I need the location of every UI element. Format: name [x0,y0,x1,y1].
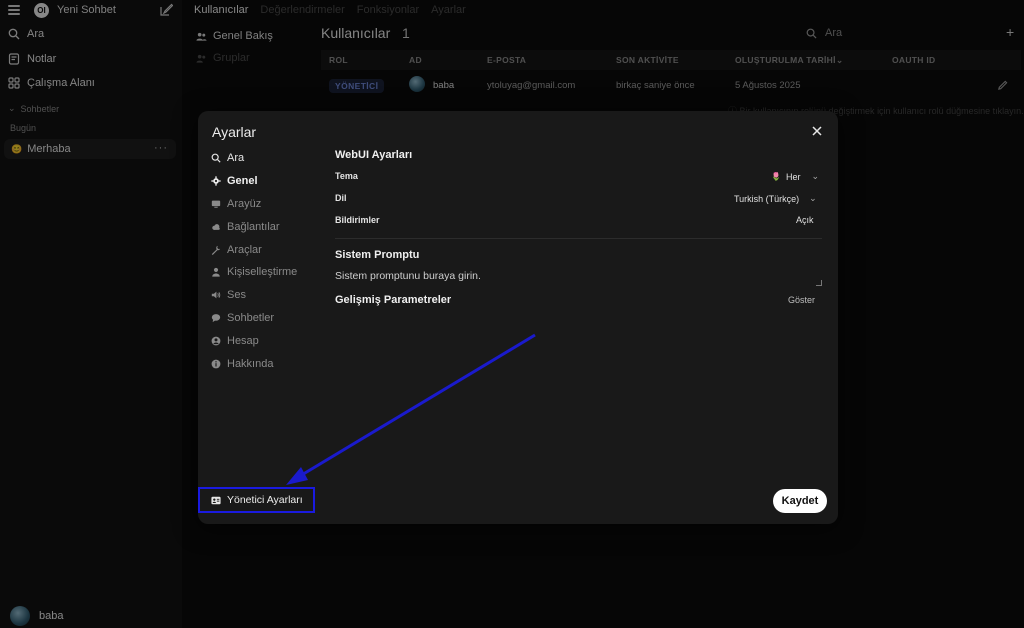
settings-modal: Ayarlar Ara Genel Arayüz Bağlantılar Ara… [198,111,838,524]
language-select[interactable]: Turkish (Türkçe) ⌄ [734,193,817,204]
resize-handle-icon[interactable] [816,280,822,286]
wrench-icon [211,245,221,255]
settings-nav-chats[interactable]: Sohbetler [210,307,320,330]
settings-nav-label: Ara [227,152,245,165]
divider [335,238,822,239]
modal-title: Ayarlar [212,124,257,140]
settings-nav-label: Kişiselleştirme [227,266,298,279]
language-value: Turkish (Türkçe) [734,193,800,204]
speaker-icon [211,291,221,299]
notifications-label: Bildirimler [335,215,380,225]
language-label: Dil [335,193,347,203]
theme-emoji: 🌷 [771,172,781,181]
section-heading: Sistem Promptu [335,249,420,261]
chevron-down-icon: ⌄ [811,171,820,181]
settings-nav-tools[interactable]: Araçlar [210,238,320,261]
settings-nav-label: Hakkında [227,357,274,370]
settings-nav-general[interactable]: Genel [210,170,320,193]
close-icon[interactable] [810,124,824,138]
theme-label: Tema [335,171,358,181]
settings-nav-account[interactable]: Hesap [210,329,320,352]
settings-nav-label: Araçlar [227,243,262,256]
admin-icon [211,496,221,504]
settings-nav-about[interactable]: Hakkında [210,352,320,375]
gear-icon [211,176,221,186]
settings-nav-interface[interactable]: Arayüz [210,193,320,216]
settings-nav-label: Hesap [227,334,259,347]
advanced-toggle-button[interactable]: Göster [788,295,815,305]
search-icon [211,153,221,163]
account-icon [211,336,221,346]
settings-nav: Ara Genel Arayüz Bağlantılar Araçlar Kiş… [210,147,320,375]
settings-nav-audio[interactable]: Ses [210,284,320,307]
system-prompt-input[interactable]: Sistem promptunu buraya girin. [335,270,822,286]
info-icon [211,359,221,368]
person-icon [212,268,220,277]
settings-nav-label: Arayüz [227,197,262,210]
settings-nav-search[interactable]: Ara [210,147,320,170]
section-heading: WebUI Ayarları [335,149,413,161]
chevron-down-icon: ⌄ [809,193,817,203]
monitor-icon [211,200,221,208]
save-button[interactable]: Kaydet [773,489,827,513]
settings-nav-label: Genel [227,175,258,188]
theme-select[interactable]: 🌷 Her ⌄ [771,171,819,182]
admin-settings-button[interactable]: Yönetici Ayarları [198,487,315,513]
notifications-toggle[interactable]: Açık [796,215,814,225]
settings-nav-label: Ses [227,289,246,302]
section-heading: Gelişmiş Parametreler [335,294,452,306]
settings-nav-label: Bağlantılar [227,220,280,233]
settings-nav-personalization[interactable]: Kişiselleştirme [210,261,320,284]
settings-nav-label: Sohbetler [227,311,275,324]
cloud-icon [212,223,220,230]
theme-value: Her [785,171,801,182]
settings-nav-connections[interactable]: Bağlantılar [210,215,320,238]
admin-settings-label: Yönetici Ayarları [227,494,303,506]
chat-bubble-icon [211,314,221,323]
system-prompt-placeholder: Sistem promptunu buraya girin. [335,270,481,282]
